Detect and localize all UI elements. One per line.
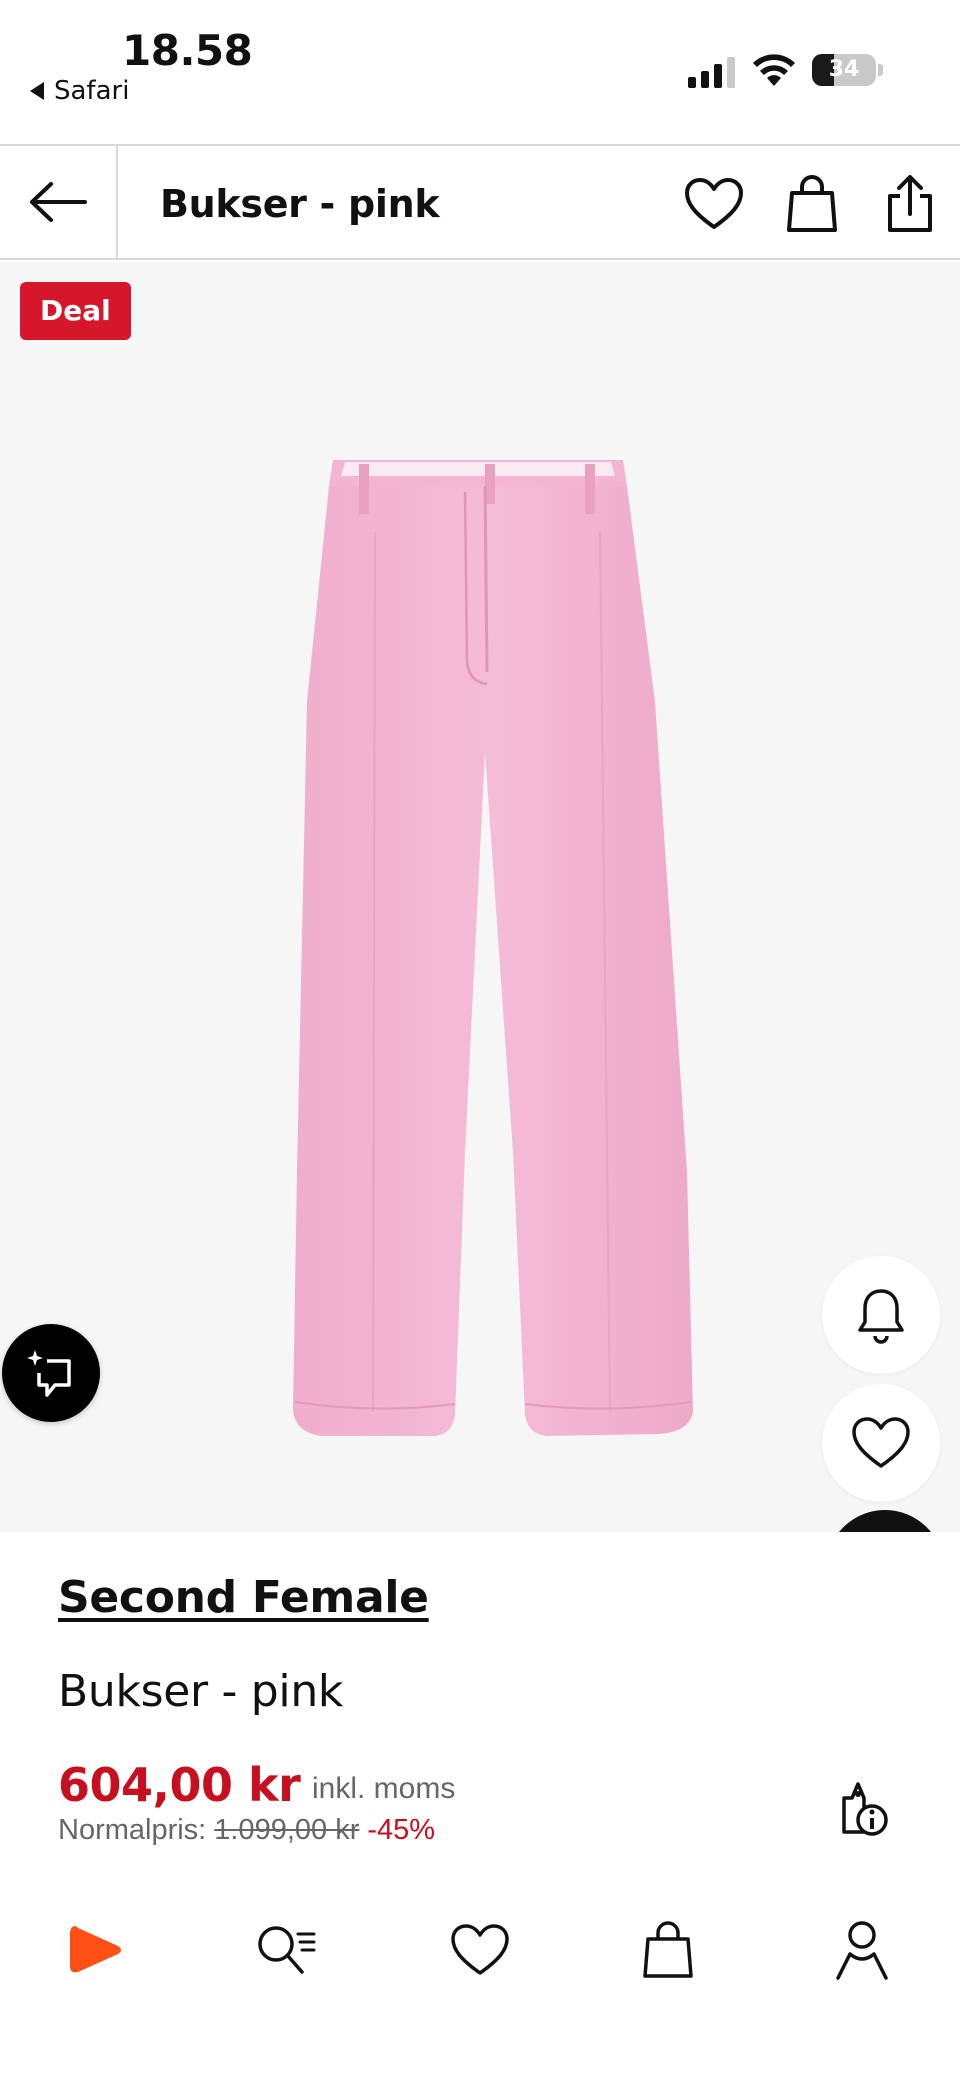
normal-price-row: Normalpris: 1.099,00 kr -45% <box>58 1814 435 1847</box>
product-name: Bukser - pink <box>58 1666 344 1717</box>
nav-wishlist[interactable] <box>440 1910 520 1990</box>
share-button[interactable] <box>878 172 942 236</box>
back-app-label: Safari <box>54 76 130 106</box>
heart-icon <box>685 178 743 229</box>
share-icon <box>888 175 932 232</box>
discount-badge: -45% <box>367 1814 436 1846</box>
back-arrow-icon <box>30 182 87 222</box>
deal-badge: Deal <box>20 282 131 340</box>
top-app-bar: Bukser - pink <box>0 144 960 260</box>
back-triangle-icon <box>30 82 44 100</box>
price-alert-button[interactable] <box>822 1256 940 1374</box>
brand-link[interactable]: Second Female <box>58 1572 429 1623</box>
profile-icon <box>836 1921 888 1980</box>
nav-profile[interactable] <box>822 1910 902 1990</box>
home-logo-icon <box>70 1926 121 1973</box>
back-button[interactable] <box>0 146 118 258</box>
product-image-pink-trousers <box>293 460 693 1436</box>
bottom-navigation <box>0 1888 960 2018</box>
normal-price-label: Normalpris: <box>58 1814 207 1846</box>
battery-cap <box>878 64 883 76</box>
product-image-gallery[interactable]: Deal <box>0 262 960 1532</box>
price-tag-info-icon <box>842 1782 888 1836</box>
price-info-button[interactable] <box>830 1776 894 1840</box>
wishlist-button[interactable] <box>682 172 746 236</box>
ai-search-icon <box>27 1350 71 1397</box>
cellular-signal-icon <box>688 56 735 88</box>
bell-icon <box>858 1289 904 1344</box>
page-title: Bukser - pink <box>160 182 440 226</box>
heart-icon <box>852 1417 910 1468</box>
ai-image-search-button[interactable] <box>2 1324 100 1422</box>
battery-icon: 34 <box>812 54 876 86</box>
nav-search[interactable] <box>246 1910 326 1990</box>
vat-note: inkl. moms <box>312 1772 456 1805</box>
more-actions-button[interactable] <box>826 1510 944 1532</box>
current-price: 604,00 kr <box>58 1758 301 1812</box>
bag-icon <box>643 1921 693 1978</box>
nav-home[interactable] <box>56 1910 136 1990</box>
search-icon <box>258 1926 316 1974</box>
battery-level: 34 <box>828 57 860 82</box>
status-bar: 18.58 Safari 34 <box>0 0 960 144</box>
back-to-safari[interactable]: Safari <box>30 76 129 106</box>
wifi-icon <box>753 54 795 86</box>
bag-icon <box>787 175 837 232</box>
nav-bag[interactable] <box>628 1910 708 1990</box>
status-time: 18.58 <box>122 26 253 75</box>
wishlist-icon <box>451 1924 509 1975</box>
image-wishlist-button[interactable] <box>822 1384 940 1502</box>
normal-price: 1.099,00 kr <box>214 1814 360 1846</box>
cart-button[interactable] <box>780 172 844 236</box>
